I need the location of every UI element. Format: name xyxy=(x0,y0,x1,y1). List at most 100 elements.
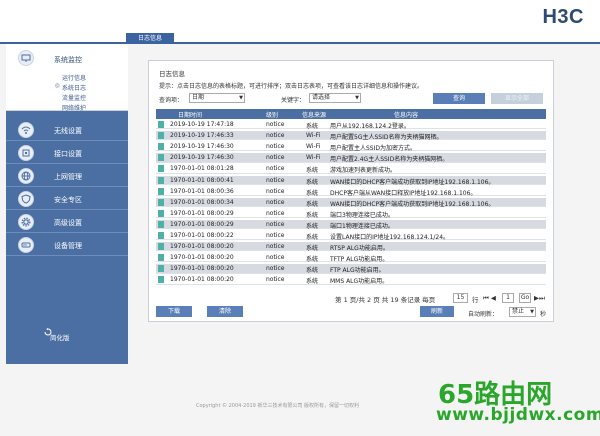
cell-datetime: 1970-01-01 08:00:34 xyxy=(170,198,234,206)
refresh-button[interactable]: 刷新 xyxy=(420,306,454,317)
header-level[interactable]: 级别 xyxy=(266,110,278,119)
table-row[interactable]: 1970-01-01 08:00:20 notice 系统 TFTP ALG功能启用。 xyxy=(156,253,546,263)
info-icon xyxy=(158,198,164,206)
subitem-traffic-monitor[interactable]: 流量监控 xyxy=(62,93,86,102)
page-input[interactable]: 1 xyxy=(502,293,514,303)
subitem-run-info[interactable]: 运行信息 xyxy=(62,73,86,82)
header-datetime[interactable]: 日期时间 xyxy=(178,110,202,119)
cell-datetime: 1970-01-01 08:00:29 xyxy=(170,209,234,217)
table-row[interactable]: 1970-01-01 08:00:20 notice 系统 RTSP ALG功能启用。 xyxy=(156,242,546,253)
sidebar: 系统监控 运行信息 系统日志 流量监控 网络维护 无线设置 接口设置 上网管理 … xyxy=(6,44,128,364)
tab-log-info[interactable]: 日志信息 xyxy=(126,33,174,44)
table-row[interactable]: 2019-10-19 17:46:30 notice Wi-Fi 用户配置2.4G主人… xyxy=(156,153,546,164)
cell-level: notice xyxy=(266,232,285,239)
cell-content: FTP ALG功能启用。 xyxy=(330,267,385,275)
cell-source: 系统 xyxy=(306,178,319,186)
header-content[interactable]: 信息内容 xyxy=(394,110,418,119)
cell-source: 系统 xyxy=(306,167,319,175)
cell-level: notice xyxy=(266,254,285,262)
keyword-label: 关键字： xyxy=(281,97,306,104)
cell-content: RTSP ALG功能启用。 xyxy=(330,245,389,253)
chevron-down-icon: ▼ xyxy=(239,95,243,101)
cell-source: 系统 xyxy=(306,123,319,130)
cell-content: 设置LAN接口的IP地址192.168.124.1/24。 xyxy=(330,234,450,241)
cell-datetime: 1970-01-01 08:00:20 xyxy=(170,254,234,262)
table-row[interactable]: 1970-01-01 08:00:29 notice 系统 端口1物理连接已成功。 xyxy=(156,219,546,230)
cell-datetime: 1970-01-01 08:00:20 xyxy=(170,276,234,284)
query-select[interactable]: 日期 ▼ xyxy=(189,93,245,103)
cell-level: notice xyxy=(266,176,285,184)
shield-icon xyxy=(18,191,34,207)
cell-datetime: 2019-10-19 17:46:30 xyxy=(170,154,234,162)
header-source[interactable]: 信息来源 xyxy=(302,110,326,119)
table-row[interactable]: 1970-01-01 08:00:22 notice 系统 设置LAN接口的IP地址1… xyxy=(156,231,546,241)
sidebar-item-interface[interactable]: 接口设置 xyxy=(6,142,128,164)
table-header: 日期时间 级别 信息来源 信息内容 xyxy=(156,109,546,119)
go-button[interactable]: Go xyxy=(519,293,531,303)
auto-refresh-label: 自动刷新： xyxy=(468,311,499,318)
sidebar-item-device[interactable]: 设备管理 xyxy=(6,234,128,256)
per-page-input[interactable]: 15 xyxy=(453,293,468,303)
internet-icon xyxy=(18,168,34,184)
info-icon xyxy=(158,121,164,128)
table-row[interactable]: 1970-01-01 08:00:34 notice 系统 WAN接口的DHCP客户端… xyxy=(156,197,546,208)
auto-refresh-unit: 秒 xyxy=(540,311,547,318)
watermark-url: www.bjjdwx.com xyxy=(436,405,600,425)
cell-content: 用户从192.168.124.2登录。 xyxy=(330,123,410,130)
sidebar-item-advanced[interactable]: 高级设置 xyxy=(6,211,128,233)
subitem-network-maintenance[interactable]: 网络维护 xyxy=(62,103,86,112)
cell-content: 端口1物理连接已成功。 xyxy=(330,222,394,230)
download-button[interactable]: 下载 xyxy=(156,306,192,317)
sidebar-item-label: 高级设置 xyxy=(54,219,82,227)
pager-nav-next-last[interactable]: ▶⏭ xyxy=(534,294,545,303)
cell-datetime: 1970-01-01 08:01:28 xyxy=(170,165,234,173)
table-row[interactable]: 1970-01-01 08:00:20 notice 系统 MMS ALG功能启用。 xyxy=(156,275,546,286)
table-row[interactable]: 2019-10-19 17:46:33 notice Wi-Fi 用户配置5G主人SS… xyxy=(156,131,546,141)
cell-level: notice xyxy=(266,154,285,162)
show-all-button[interactable]: 显示全部 xyxy=(491,93,543,104)
keyword-select[interactable]: 请选择 ▼ xyxy=(309,93,361,103)
cell-source: 系统 xyxy=(306,278,319,286)
table-row[interactable]: 1970-01-01 08:01:28 notice 系统 游戏加速列表更新成功。 xyxy=(156,164,546,175)
cell-source: Wi-Fi xyxy=(306,132,321,140)
cell-source: 系统 xyxy=(306,234,319,241)
cell-level: notice xyxy=(266,187,285,195)
cell-level: notice xyxy=(266,265,285,273)
table-row[interactable]: 1970-01-01 08:00:36 notice 系统 DHCP客户端从WAN接口… xyxy=(156,187,546,197)
pager-summary: 第 1 页/共 2 页 共 19 条记录 每页 xyxy=(335,296,436,304)
wireless-icon xyxy=(18,122,34,138)
cell-datetime: 2019-10-19 17:46:30 xyxy=(170,143,234,151)
cell-level: notice xyxy=(266,243,285,251)
pager-nav-first-prev[interactable]: ⏮ ◀ xyxy=(483,294,496,303)
copyright: Copyright © 2004-2019 新华三技术有限公司 版权所有，保留一… xyxy=(196,403,360,409)
cell-content: 游戏加速列表更新成功。 xyxy=(330,167,397,175)
cell-datetime: 1970-01-01 08:00:41 xyxy=(170,176,234,184)
cell-content: 用户配置2.4G主人SSID名称为夹柄猫网栖。 xyxy=(330,156,449,164)
table-row[interactable]: 1970-01-01 08:00:20 notice 系统 FTP ALG功能启用。 xyxy=(156,264,546,275)
info-icon xyxy=(158,154,164,162)
table-row[interactable]: 2019-10-19 17:46:30 notice Wi-Fi 用户配置主人SSID… xyxy=(156,142,546,152)
sidebar-item-label: 系统监控 xyxy=(54,56,82,64)
cell-level: notice xyxy=(266,121,285,128)
table-row[interactable]: 2019-10-19 17:47:18 notice 系统 用户从192.168.12… xyxy=(156,120,546,130)
simple-mode-link[interactable]: 简化版 xyxy=(50,332,70,342)
info-icon xyxy=(158,276,164,284)
info-icon xyxy=(158,265,164,273)
cell-datetime: 1970-01-01 08:00:36 xyxy=(170,187,234,195)
cell-level: notice xyxy=(266,220,285,228)
sidebar-item-system-monitor[interactable]: 系统监控 运行信息 系统日志 流量监控 网络维护 xyxy=(6,44,128,112)
clear-button[interactable]: 清除 xyxy=(207,306,243,317)
table-row[interactable]: 1970-01-01 08:00:29 notice 系统 端口3物理连接已成功。 xyxy=(156,209,546,219)
table-row[interactable]: 1970-01-01 08:00:41 notice 系统 WAN接口的DHCP客户端… xyxy=(156,175,546,186)
search-button[interactable]: 查询 xyxy=(433,93,485,104)
info-icon xyxy=(158,232,164,239)
sidebar-item-internet[interactable]: 上网管理 xyxy=(6,165,128,187)
info-icon xyxy=(158,243,164,251)
info-icon xyxy=(158,132,164,140)
sidebar-item-security[interactable]: 安全专区 xyxy=(6,188,128,210)
sidebar-item-wireless[interactable]: 无线设置 xyxy=(6,119,128,141)
cell-source: 系统 xyxy=(306,222,319,230)
auto-refresh-select[interactable]: 禁止 ▼ xyxy=(509,307,536,317)
subitem-system-log[interactable]: 系统日志 xyxy=(55,83,86,92)
cell-level: notice xyxy=(266,276,285,284)
